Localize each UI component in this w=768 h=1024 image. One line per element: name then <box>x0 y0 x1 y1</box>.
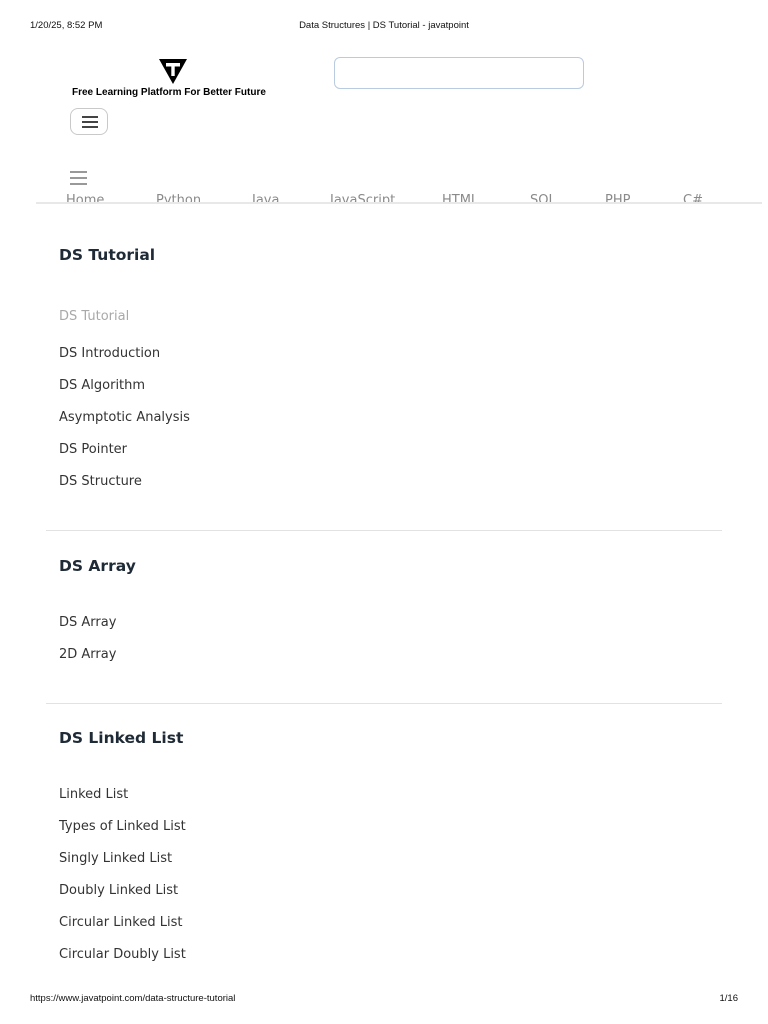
section-title-ds-tutorial: DS Tutorial <box>59 246 156 264</box>
print-page-number: 1/16 <box>719 993 739 1004</box>
nav-item-php[interactable]: PHP <box>605 193 630 202</box>
nav-item-home[interactable]: Home <box>66 193 104 202</box>
sidebar-link[interactable]: DS Pointer <box>59 442 127 457</box>
nav-hamburger-bar <box>70 177 87 179</box>
nav-item-html[interactable]: HTML <box>442 193 478 202</box>
sidebar-link[interactable]: DS Array <box>59 615 116 630</box>
nav-item-java[interactable]: Java <box>252 193 279 202</box>
section-divider <box>46 530 722 531</box>
hamburger-icon <box>82 116 98 118</box>
print-page-title: Data Structures | DS Tutorial - javatpoi… <box>299 20 469 31</box>
nav-hamburger-bar <box>70 183 87 185</box>
section-title-ds-array: DS Array <box>59 557 136 575</box>
nav-item-sql[interactable]: SQL <box>530 193 556 202</box>
sidebar-link[interactable]: DS Introduction <box>59 346 160 361</box>
hamburger-icon-bar <box>82 121 98 123</box>
sidebar-link[interactable]: DS Structure <box>59 474 142 489</box>
section-title-ds-linked-list: DS Linked List <box>59 729 184 747</box>
sidebar-link[interactable]: Circular Doubly List <box>59 947 186 962</box>
nav-item-python[interactable]: Python <box>156 193 201 202</box>
nav-hamburger-icon[interactable] <box>70 171 87 185</box>
sidebar-link[interactable]: Types of Linked List <box>59 819 186 834</box>
sidebar-link[interactable]: Asymptotic Analysis <box>59 410 190 425</box>
sidebar-link[interactable]: Singly Linked List <box>59 851 172 866</box>
sidebar-link[interactable]: 2D Array <box>59 647 116 662</box>
search-input[interactable] <box>334 57 584 89</box>
sidebar-link[interactable]: Linked List <box>59 787 128 802</box>
menu-button[interactable] <box>70 108 108 135</box>
javatpoint-logo-icon[interactable] <box>157 57 189 85</box>
site-tagline: Free Learning Platform For Better Future <box>72 87 266 98</box>
sidebar-link[interactable]: Circular Linked List <box>59 915 182 930</box>
sidebar-link[interactable]: DS Algorithm <box>59 378 145 393</box>
hamburger-icon-bar <box>82 126 98 128</box>
nav-item-csharp[interactable]: C# <box>683 193 703 202</box>
sidebar-link[interactable]: Doubly Linked List <box>59 883 178 898</box>
top-nav-bar: Home Python Java JavaScript HTML SQL PHP… <box>36 190 762 204</box>
nav-hamburger-bar <box>70 171 87 173</box>
sidebar-link-active[interactable]: DS Tutorial <box>59 309 129 324</box>
nav-item-javascript[interactable]: JavaScript <box>330 193 395 202</box>
print-url: https://www.javatpoint.com/data-structur… <box>30 993 236 1004</box>
section-divider <box>46 703 722 704</box>
